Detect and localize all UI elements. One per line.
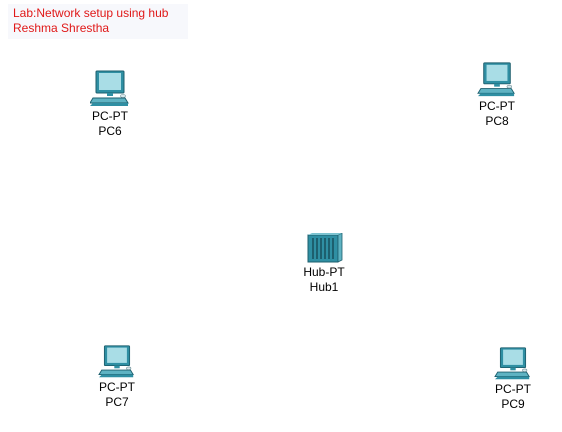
device-model-label: PC-PT — [99, 380, 135, 394]
device-name-label: PC6 — [98, 124, 122, 138]
device-pc8[interactable]: PC-PT PC8 — [462, 61, 532, 129]
device-model-label: PC-PT — [479, 99, 515, 113]
device-model-label: PC-PT — [495, 382, 531, 396]
device-pc6[interactable]: PC-PT PC6 — [75, 69, 145, 139]
pc-icon — [90, 70, 129, 106]
hub-icon — [307, 233, 343, 263]
annotation-note[interactable]: Lab:Network setup using hub Reshma Shres… — [8, 4, 188, 39]
note-line-2: Reshma Shrestha — [13, 21, 110, 35]
device-name-label: PC9 — [501, 397, 525, 411]
device-pc7[interactable]: PC-PT PC7 — [82, 344, 152, 410]
device-pc9[interactable]: PC-PT PC9 — [478, 346, 548, 412]
pc-icon — [98, 345, 134, 378]
device-name-label: PC7 — [105, 395, 129, 409]
device-model-label: Hub-PT — [303, 265, 345, 279]
pc-icon — [494, 347, 530, 380]
device-model-label: PC-PT — [92, 109, 128, 123]
note-line-1: Lab:Network setup using hub — [13, 6, 169, 20]
logical-workspace[interactable]: Lab:Network setup using hub Reshma Shres… — [0, 0, 562, 432]
device-name-label: Hub1 — [309, 280, 339, 294]
device-hub1[interactable]: Hub-PT Hub1 — [289, 233, 359, 295]
pc-icon — [477, 62, 515, 97]
device-name-label: PC8 — [485, 114, 509, 128]
